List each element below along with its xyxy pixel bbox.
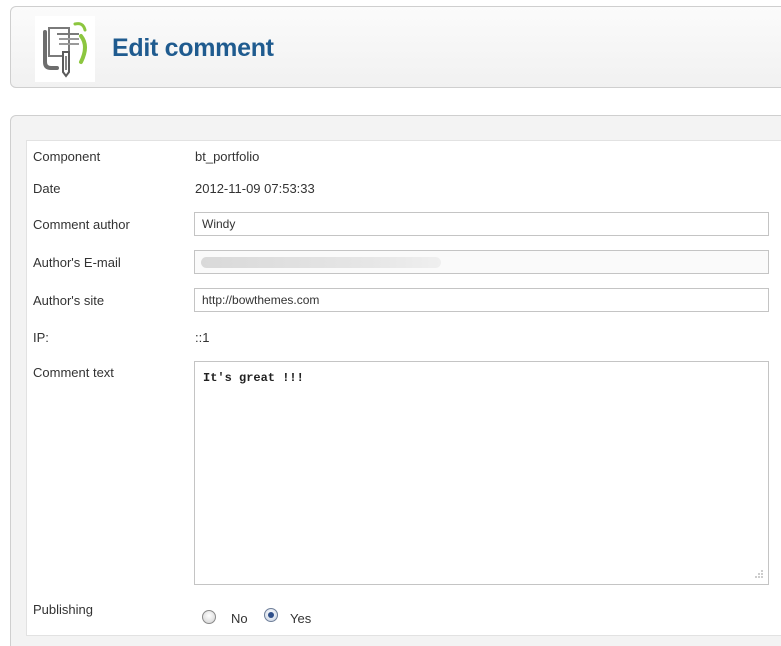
publishing-yes-label[interactable]: Yes: [290, 611, 311, 626]
publishing-no-radio[interactable]: [201, 609, 217, 625]
page-header: Edit comment: [10, 6, 781, 88]
comment-author-label: Comment author: [33, 217, 130, 232]
publishing-yes-radio[interactable]: [263, 607, 279, 623]
blurred-email-value: [201, 257, 441, 268]
comment-text-value: It's great !!!: [203, 371, 304, 385]
author-site-label: Author's site: [33, 293, 105, 308]
author-email-input[interactable]: [194, 250, 769, 274]
ip-value: ::1: [195, 330, 210, 345]
date-value: 2012-11-09 07:53:33: [195, 181, 315, 196]
author-site-input[interactable]: http://bowthemes.com: [194, 288, 769, 312]
author-email-label: Author's E-mail: [33, 255, 121, 270]
resize-grip-icon[interactable]: [752, 568, 764, 580]
component-value: bt_portfolio: [195, 149, 260, 164]
comment-text-label: Comment text: [33, 365, 114, 380]
component-label: Component: [33, 149, 101, 164]
publishing-label: Publishing: [33, 602, 93, 617]
ip-label: IP:: [33, 330, 49, 345]
page-title: Edit comment: [112, 34, 274, 62]
comment-author-input[interactable]: Windy: [194, 212, 769, 236]
edit-comment-page: Edit comment Component bt_portfolio Date…: [0, 0, 781, 646]
comment-text-area[interactable]: It's great !!!: [194, 361, 769, 585]
publishing-no-label[interactable]: No: [231, 611, 248, 626]
date-label: Date: [33, 181, 61, 196]
comments-document-icon: [35, 16, 95, 82]
